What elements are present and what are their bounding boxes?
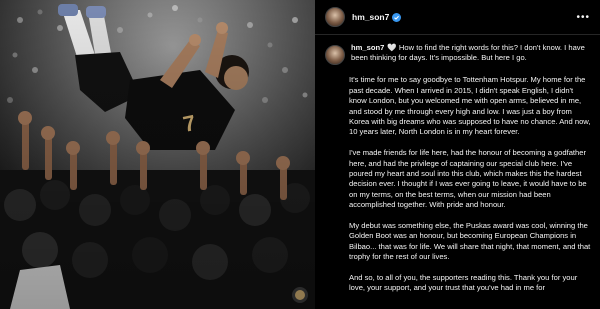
instagram-post-view: 7 hm_son7 ••• hm_son7 🤍 How to find the … xyxy=(0,0,600,309)
caption-username[interactable]: hm_son7 xyxy=(351,43,384,52)
caption-first-line: hm_son7 🤍 How to find the right words for… xyxy=(315,43,600,65)
caption-avatar[interactable] xyxy=(325,45,345,65)
more-dots-icon[interactable]: ••• xyxy=(576,12,590,23)
caption-intro: 🤍 How to find the right words for this? … xyxy=(351,43,585,63)
caption-paragraph: It's time for me to say goodbye to Totte… xyxy=(349,75,591,137)
verified-badge-icon xyxy=(392,12,402,22)
profile-avatar[interactable] xyxy=(325,7,345,27)
post-caption: hm_son7 🤍 How to find the right words for… xyxy=(315,43,600,304)
caption-paragraph: My debut was something else, the Puskas … xyxy=(349,221,591,262)
caption-paragraphs: It's time for me to say goodbye to Totte… xyxy=(349,75,591,293)
post-details-pane: hm_son7 ••• hm_son7 🤍 How to find the rig… xyxy=(315,0,600,309)
caption-paragraph: And so, to all of you, the supporters re… xyxy=(349,273,578,293)
caption-paragraph: I've made friends for life here, had the… xyxy=(349,148,587,210)
celebration-photo-illustration: 7 xyxy=(0,0,315,309)
post-header: hm_son7 ••• xyxy=(315,0,600,35)
post-photo[interactable]: 7 xyxy=(0,0,315,309)
post-username[interactable]: hm_son7 xyxy=(352,12,389,22)
